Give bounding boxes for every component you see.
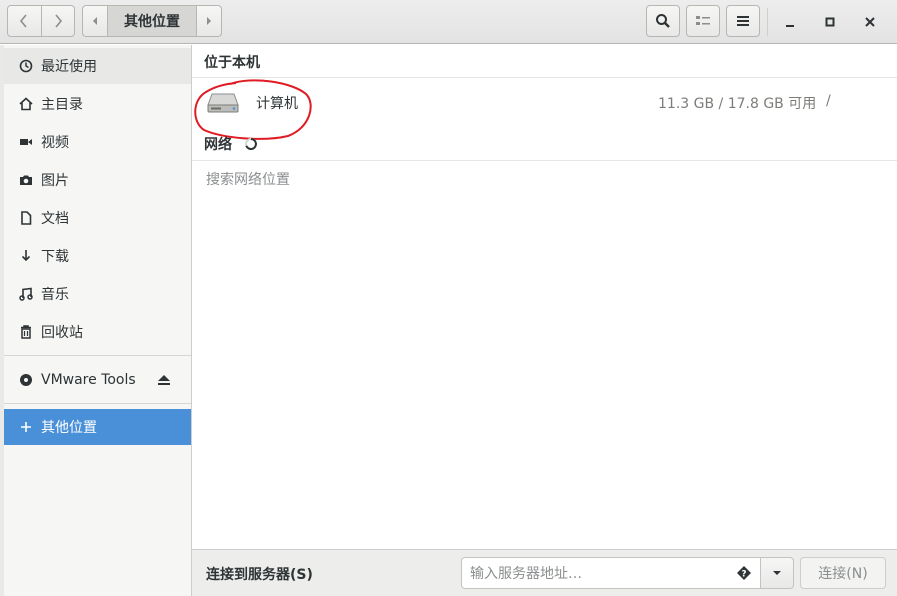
section-title-network: 网络: [204, 137, 232, 153]
sidebar-item-label: 视频: [41, 135, 69, 151]
computer-mount-path: /: [826, 93, 831, 109]
sidebar-item-music[interactable]: 音乐: [4, 276, 191, 312]
chevron-left-icon: [20, 14, 28, 28]
network-search-placeholder: 搜索网络位置: [206, 172, 290, 188]
header-separator: [767, 8, 768, 36]
clock-icon: [18, 58, 34, 74]
triangle-right-icon: [207, 17, 211, 25]
view-toggle-button[interactable]: [686, 5, 720, 37]
server-address-input[interactable]: 输入服务器地址… ?: [461, 557, 761, 589]
disc-icon: [18, 372, 34, 388]
list-view-icon: [696, 16, 710, 25]
sidebar-separator: [4, 355, 191, 356]
maximize-button[interactable]: [818, 10, 842, 34]
spinner-icon: [245, 138, 257, 150]
sidebar-item-label: 回收站: [41, 325, 83, 341]
path-crumb-current[interactable]: 其他位置: [107, 6, 197, 36]
sidebar-separator: [4, 403, 191, 404]
bottom-bar: 连接到服务器(S) 输入服务器地址… ? 连接(N): [192, 549, 897, 596]
connect-to-server-label: 连接到服务器(S): [206, 567, 313, 583]
section-separator: [192, 160, 897, 161]
document-icon: [18, 210, 34, 226]
back-button[interactable]: [8, 6, 41, 36]
server-history-dropdown[interactable]: [760, 557, 794, 589]
path-left-button[interactable]: [83, 6, 107, 36]
sidebar-item-label: 最近使用: [41, 59, 97, 75]
sidebar-item-videos[interactable]: 视频: [4, 124, 191, 160]
camera-icon: [18, 172, 34, 188]
sidebar-item-label: 其他位置: [41, 420, 97, 436]
hamburger-icon: [737, 16, 749, 26]
path-right-button[interactable]: [197, 6, 221, 36]
sidebar-item-label: 图片: [41, 173, 69, 189]
main-content: 位于本机 计算机 11.3 GB / 17.8 GB 可用 / 网络 搜索网络位…: [192, 45, 897, 549]
red-circle-annotation: [194, 79, 312, 140]
search-icon: [656, 14, 670, 28]
sidebar-item-recent[interactable]: 最近使用: [4, 48, 191, 84]
section-title-local: 位于本机: [204, 55, 260, 71]
eject-icon[interactable]: [157, 374, 171, 390]
triangle-left-icon: [93, 17, 97, 25]
help-icon[interactable]: ?: [736, 565, 752, 585]
connect-button[interactable]: 连接(N): [800, 557, 886, 589]
sidebar-item-label: 下载: [41, 249, 69, 265]
sidebar-item-documents[interactable]: 文档: [4, 200, 191, 236]
svg-text:?: ?: [741, 570, 746, 580]
video-icon: [18, 134, 34, 150]
close-icon: [865, 17, 875, 27]
sidebar-item-label: VMware Tools: [41, 372, 136, 388]
forward-button[interactable]: [40, 6, 74, 36]
chevron-right-icon: [55, 14, 63, 28]
home-icon: [18, 96, 34, 112]
minimize-button[interactable]: [778, 10, 802, 34]
server-address-placeholder: 输入服务器地址…: [470, 566, 582, 582]
sidebar-item-label: 文档: [41, 211, 69, 227]
close-button[interactable]: [858, 10, 882, 34]
chevron-down-icon: [773, 571, 781, 575]
minimize-icon: [786, 25, 794, 27]
maximize-icon: [825, 17, 835, 27]
plus-icon: [18, 419, 34, 435]
navigation-buttons: [7, 5, 75, 37]
music-icon: [18, 286, 34, 302]
sidebar-item-vmware-tools[interactable]: VMware Tools: [4, 362, 191, 398]
header-bar: 其他位置: [0, 0, 897, 44]
sidebar-item-trash[interactable]: 回收站: [4, 314, 191, 350]
path-bar: 其他位置: [82, 5, 222, 37]
sidebar: 最近使用 主目录 视频 图片 文档 下载 音乐 回收站 VMware Tools…: [0, 45, 192, 596]
sidebar-item-other-locations[interactable]: 其他位置: [4, 409, 191, 445]
sidebar-item-home[interactable]: 主目录: [4, 86, 191, 122]
computer-size: 11.3 GB / 17.8 GB 可用: [658, 96, 817, 112]
search-button[interactable]: [646, 5, 680, 37]
trash-icon: [18, 324, 34, 340]
sidebar-item-label: 主目录: [41, 97, 83, 113]
sidebar-item-label: 音乐: [41, 287, 69, 303]
sidebar-item-downloads[interactable]: 下载: [4, 238, 191, 274]
download-icon: [18, 248, 34, 264]
sidebar-item-pictures[interactable]: 图片: [4, 162, 191, 198]
menu-button[interactable]: [726, 5, 760, 37]
